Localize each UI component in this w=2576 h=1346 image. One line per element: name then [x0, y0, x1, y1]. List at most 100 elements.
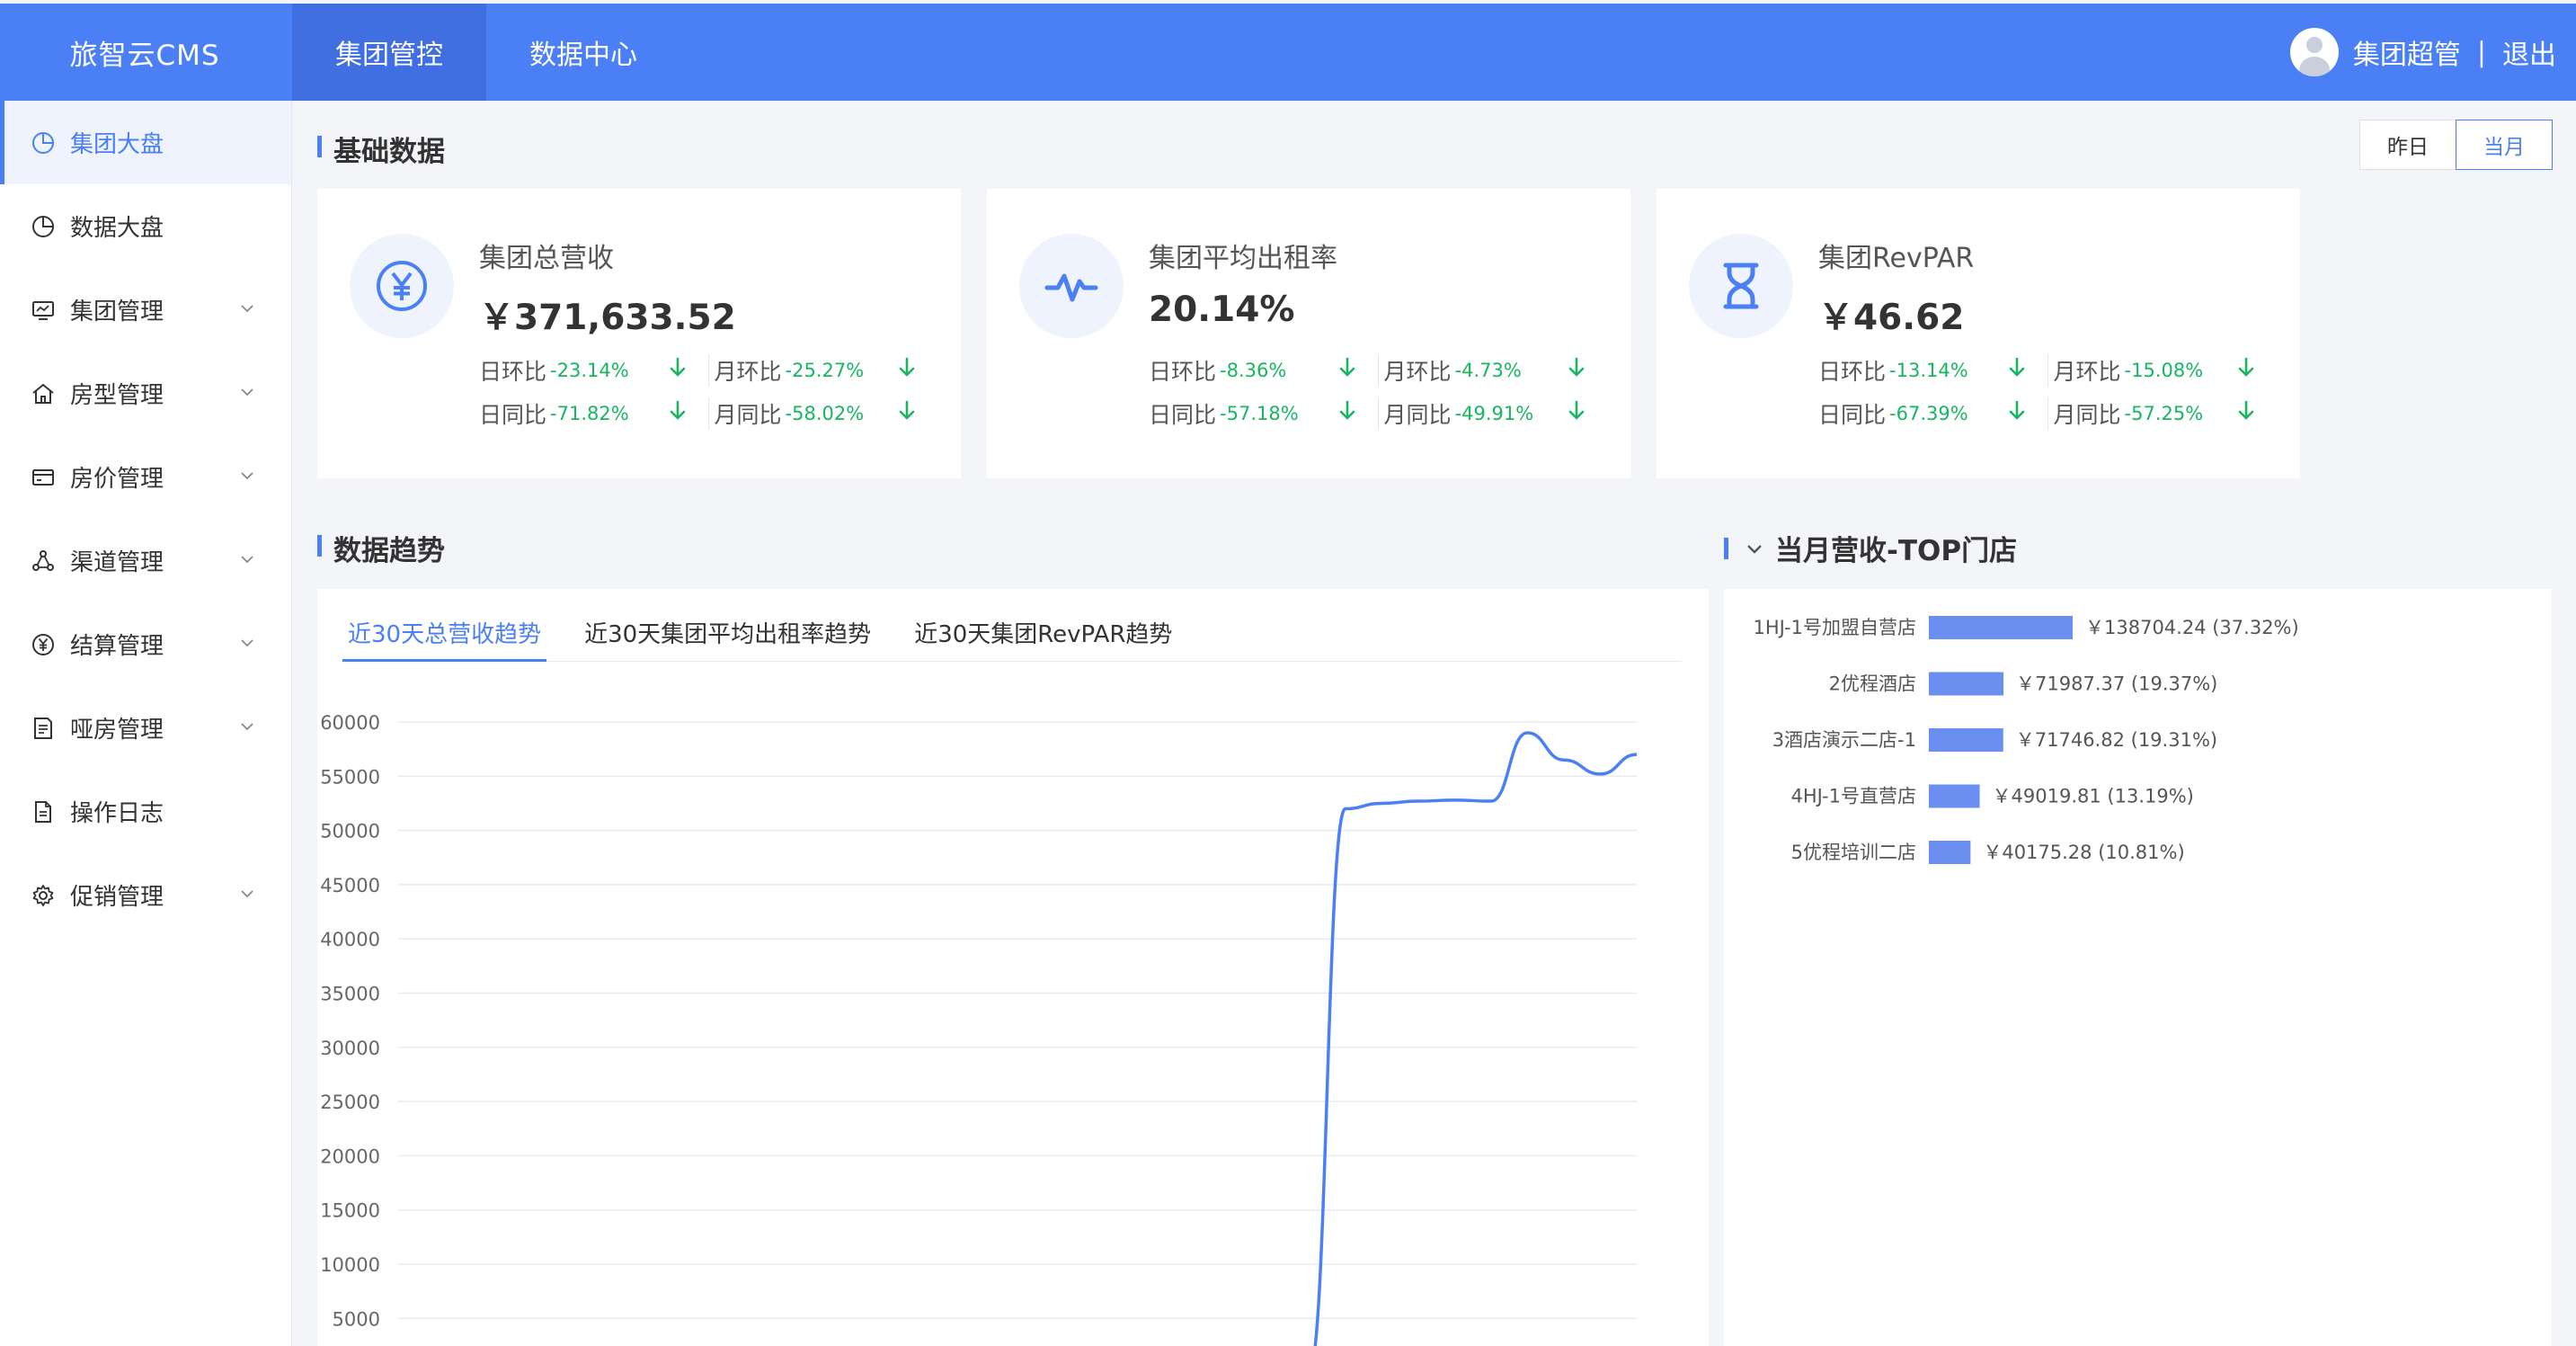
cmp-value: -25.27%: [785, 360, 865, 381]
document-icon: [31, 799, 56, 825]
sidebar-item-label: 房型管理: [70, 382, 164, 409]
store-revenue-label: ￥71746.82 (19.31%): [2016, 729, 2217, 751]
top-stores-bar-chart: 1HJ-1号加盟自营店 ￥138704.24 (37.32%) 2优程酒店 ￥7198…: [1753, 616, 2299, 864]
sidebar-item-2[interactable]: 集团管理: [0, 268, 291, 352]
cmp-item: 月同比 -57.25%: [2047, 397, 2278, 430]
cmp-item: 月同比 -49.91%: [1377, 397, 1608, 430]
sidebar-item-0[interactable]: 集团大盘: [0, 101, 291, 184]
y-tick-label: 10000: [320, 1254, 380, 1276]
chevron-down-icon: [241, 556, 253, 564]
cmp-label: 月同比: [2053, 402, 2121, 428]
arrow-down-icon: [2238, 400, 2254, 420]
sidebar-item-7[interactable]: 哑房管理: [0, 686, 291, 770]
sidebar-item-label: 促销管理: [70, 884, 164, 911]
kpi-label: 集团RevPAR: [1818, 243, 1975, 274]
cmp-value: -57.25%: [2124, 403, 2204, 424]
logout-link[interactable]: 退出: [2502, 32, 2556, 72]
tab-occupancy-trend[interactable]: 近30天集团平均出租率趋势: [579, 616, 876, 661]
store-name-label: 2优程酒店: [1829, 673, 1916, 695]
arrow-down-icon: [1339, 357, 1355, 377]
cmp-label: 月同比: [1383, 402, 1452, 428]
sidebar-item-label: 集团管理: [70, 299, 164, 325]
section-marker: [1724, 537, 1728, 559]
sidebar-item-1[interactable]: 数据大盘: [0, 184, 291, 268]
section-title-top-stores: 当月营收-TOP门店: [1775, 535, 2018, 567]
chevron-down-icon: [241, 388, 253, 397]
y-tick-label: 20000: [320, 1145, 380, 1167]
y-tick-label: 35000: [320, 984, 380, 1005]
cmp-label: 日环比: [1818, 359, 1887, 385]
chevron-down-icon[interactable]: [1745, 539, 1764, 558]
cmp-row: 日环比 -23.14% 月环比 -25.27%: [479, 349, 937, 392]
cmp-row: 日同比 -71.82% 月同比 -58.02%: [479, 392, 937, 435]
cmp-label: 月环比: [1383, 359, 1452, 385]
top-nav-group-control[interactable]: 集团管控: [292, 4, 486, 101]
cmp-value: -49.91%: [1454, 403, 1534, 424]
cmp-label: 日同比: [1818, 402, 1887, 428]
sidebar-item-8[interactable]: 操作日志: [0, 770, 291, 853]
chevron-down-icon: [241, 472, 253, 480]
pulse-icon: [1019, 234, 1124, 338]
cmp-item: 日同比 -67.39%: [1818, 397, 2047, 430]
cmp-value: -71.82%: [550, 403, 629, 424]
sidebar-item-label: 操作日志: [70, 800, 164, 827]
cmp-value: -13.14%: [1889, 360, 1968, 381]
sidebar-item-label: 哑房管理: [70, 717, 164, 744]
sidebar-item-5[interactable]: 渠道管理: [0, 519, 291, 602]
cmp-value: -57.18%: [1220, 403, 1299, 424]
trend-card: 近30天总营收趋势 近30天集团平均出租率趋势 近30天集团RevPAR趋势 5…: [317, 589, 1709, 1346]
pie-chart-icon: [31, 214, 56, 239]
y-tick-label: 15000: [320, 1200, 380, 1222]
sidebar-item-label: 结算管理: [70, 633, 164, 660]
brand-logo[interactable]: 旅智云CMS: [0, 4, 289, 101]
sidebar-item-label: 房价管理: [70, 466, 164, 493]
y-tick-label: 25000: [320, 1092, 380, 1113]
section-title-trend: 数据趋势: [317, 528, 445, 568]
store-revenue-bar[interactable]: [1929, 728, 2003, 752]
store-revenue-bar[interactable]: [1929, 841, 1971, 864]
top-nav-data-center[interactable]: 数据中心: [486, 4, 680, 101]
avatar[interactable]: [2289, 28, 2339, 76]
tab-revenue-trend[interactable]: 近30天总营收趋势: [342, 616, 547, 662]
user-name[interactable]: 集团超管: [2353, 32, 2461, 72]
cmp-label: 日环比: [1149, 359, 1217, 385]
cmp-value: -67.39%: [1889, 403, 1968, 424]
kpi-value: 20.14%: [1149, 290, 1295, 330]
y-tick-label: 50000: [320, 821, 380, 842]
cmp-value: -58.02%: [785, 403, 865, 424]
store-revenue-bar[interactable]: [1929, 616, 2073, 639]
pie-chart-icon: [31, 130, 56, 156]
revenue-trend-chart: 5000 10000 15000 20000 25000 30000 35000 40000 4…: [320, 712, 1638, 1346]
sidebar-item-label: 集团大盘: [70, 131, 164, 158]
cmp-value: -15.08%: [2124, 360, 2204, 381]
tab-revpar-trend[interactable]: 近30天集团RevPAR趋势: [909, 616, 1177, 661]
y-tick-label: 55000: [320, 766, 380, 788]
sidebar-item-9[interactable]: 促销管理: [0, 853, 291, 937]
cmp-value: -4.73%: [1454, 360, 1522, 381]
user-separator: |: [2476, 36, 2486, 68]
sidebar-item-3[interactable]: 房型管理: [0, 352, 291, 435]
store-name-label: 5优程培训二店: [1791, 842, 1916, 863]
kpi-card: 集团RevPAR ￥46.62 日环比 -13.14% 月环比 -15.08% 日同比 -67…: [1657, 189, 2300, 478]
cmp-label: 月环比: [714, 359, 782, 385]
kpi-comparisons: 日环比 -23.14% 月环比 -25.27% 日同比 -71.82% 月同比 -58.02%: [479, 349, 937, 435]
store-revenue-label: ￥71987.37 (19.37%): [2016, 673, 2217, 695]
store-name-label: 3酒店演示二店-1: [1772, 729, 1916, 751]
sidebar-item-label: 数据大盘: [70, 215, 164, 242]
network-icon: [31, 548, 56, 574]
cmp-item: 月同比 -58.02%: [707, 397, 938, 430]
range-yesterday-button[interactable]: 昨日: [2359, 120, 2456, 170]
home-icon: [31, 381, 56, 406]
cmp-value: -23.14%: [550, 360, 629, 381]
hourglass-icon: [1689, 234, 1793, 338]
store-revenue-bar[interactable]: [1929, 672, 2004, 696]
sidebar-item-6[interactable]: 结算管理: [0, 602, 291, 686]
kpi-value: ￥371,633.52: [479, 298, 736, 338]
cmp-item: 月环比 -15.08%: [2047, 354, 2278, 387]
store-revenue-bar[interactable]: [1929, 784, 1980, 808]
top-bar: 旅智云CMS 集团管控 数据中心 集团超管 | 退出: [0, 4, 2576, 101]
sidebar-item-4[interactable]: 房价管理: [0, 435, 291, 519]
cmp-row: 日环比 -8.36% 月环比 -4.73%: [1149, 349, 1607, 392]
range-month-button[interactable]: 当月: [2456, 120, 2553, 170]
trend-tabs: 近30天总营收趋势 近30天集团平均出租率趋势 近30天集团RevPAR趋势: [342, 616, 1682, 662]
